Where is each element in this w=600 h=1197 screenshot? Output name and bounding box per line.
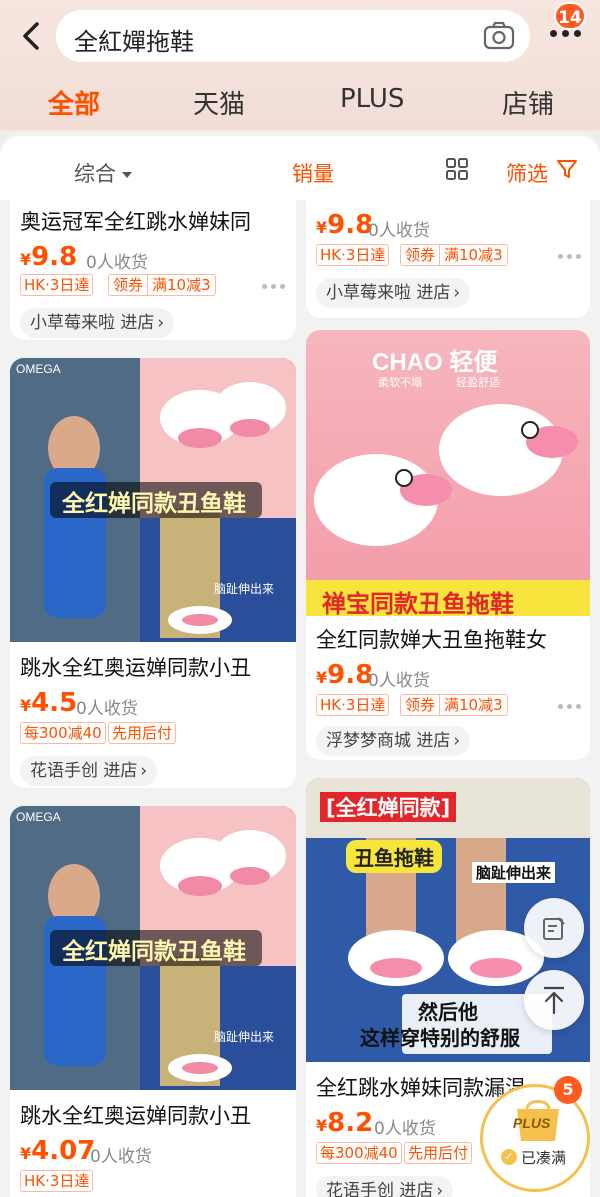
back-to-top-button[interactable] [524,970,584,1030]
top-bar: 全紅嬋拖鞋 14 [0,0,600,72]
filter-bar: 综合 销量 筛选 [0,136,600,200]
plus-status: 已凑满 [521,1149,567,1167]
image-sub2: 轻盈舒适 [456,376,500,389]
more-options-icon[interactable] [262,284,285,289]
edit-note-icon [543,917,565,940]
image-caption: 脑趾伸出来 [214,1030,275,1044]
image-bottom1: 然后他 [418,1000,478,1024]
plus-cart-count-badge: 5 [554,1076,582,1104]
coupon-tag: 领券 满10减3 [400,694,508,716]
image-top-label: [全红婵同款] [320,792,457,822]
product-title: 跳水全红奥运婵同款小丑 [20,656,251,680]
feedback-button[interactable] [524,898,584,958]
product-card[interactable]: ¥9.8 0人收货 HK·3日達 领券 满10减3 小草莓来啦 进店 › [306,200,590,318]
sort-dropdown[interactable]: 综合 [74,158,132,188]
product-price: ¥9.8 [316,210,374,240]
product-price: ¥4.07 [20,1136,96,1166]
coupon-tag: 领券 满10减3 [108,274,216,296]
sales-sort[interactable]: 销量 [292,158,334,188]
product-title: 奥运冠军全红跳水婵妹同 [20,210,251,234]
back-arrow-icon [23,22,39,50]
product-card[interactable]: CHAO 轻便 柔软不塌 轻盈舒适 禅宝同款丑鱼拖鞋 全红同款婵大丑鱼拖鞋女 ¥… [306,330,590,760]
filter-funnel-icon [557,160,577,178]
product-image: OMEGA 全红婵同款丑鱼鞋 脑趾伸出来 [10,806,296,1090]
sold-count: 0人收货 [76,699,138,719]
image-banner: 禅宝同款丑鱼拖鞋 [322,590,514,616]
image-headline: CHAO 轻便 [372,349,498,376]
sold-count: 0人收货 [374,1119,436,1139]
delivery-tag: HK·3日達 [316,694,390,716]
image-caption: 脑趾伸出来 [472,862,556,883]
tab-tmall[interactable]: 天猫 [193,84,245,121]
filter-button[interactable]: 筛选 [506,158,548,188]
check-icon: ✓ [501,1149,517,1165]
notification-badge: 14 [554,2,586,30]
camera-icon[interactable] [482,19,516,53]
product-price: ¥9.8 [316,660,374,690]
caret-down-icon [122,172,132,178]
sold-count: 0人收货 [368,671,430,691]
coupon-tag: 领券 满10减3 [400,244,508,266]
image-bottom2: 这样穿特别的舒服 [360,1026,520,1050]
product-card[interactable]: OMEGA 全红婵同款丑鱼鞋 脑趾伸出来 跳水全红奥运婵同款小丑 ¥4.07 0… [10,806,296,1197]
product-price: ¥4.5 [20,688,78,718]
back-to-top-icon [544,986,564,1015]
delivery-tag: HK·3日達 [20,274,94,296]
pay-later-tag: 先用后付 [404,1142,473,1164]
store-link[interactable]: 小草莓来啦 进店 › [316,278,471,308]
store-link[interactable]: 花语手创 进店 › [20,756,158,786]
tab-stores[interactable]: 店铺 [502,84,554,121]
image-label: 丑鱼拖鞋 [346,840,442,873]
sort-label: 综合 [74,162,116,186]
tab-all[interactable]: 全部 [48,84,100,121]
product-price: ¥9.8 [20,242,78,272]
more-options-icon[interactable] [558,254,581,259]
filter-label: 筛选 [506,162,548,186]
product-price: ¥8.2 [316,1108,374,1138]
image-overlay-text: 全红婵同款丑鱼鞋 [62,939,246,965]
promo-tag: 每300减40 [316,1142,402,1164]
more-options-icon[interactable] [558,704,581,709]
image-caption: 脑趾伸出来 [214,582,275,596]
brand-watermark: OMEGA [16,362,61,376]
product-card[interactable]: OMEGA 全红婵同款丑鱼鞋 脑趾伸出来 跳水全红奥运婵同款小丑 ¥4.5 0人… [10,358,296,788]
store-link[interactable]: 花语手创 进店 › [316,1176,454,1197]
image-sub1: 柔软不塌 [378,376,422,389]
store-link[interactable]: 小草莓来啦 进店 › [20,308,175,338]
category-tabs: 全部 天猫 PLUS 店铺 [0,74,600,130]
tab-plus[interactable]: PLUS [340,84,404,114]
sold-count: 0人收货 [368,221,430,241]
delivery-tag: HK·3日達 [20,1170,94,1192]
product-title: 全红同款婵大丑鱼拖鞋女 [316,628,547,652]
back-button[interactable] [14,18,48,54]
sold-count: 0人收货 [86,253,148,273]
plus-logo: PLUS [513,1115,551,1131]
store-link[interactable]: 浮梦梦商城 进店 › [316,726,471,756]
more-dots-icon [550,30,581,37]
sold-count: 0人收货 [90,1147,152,1167]
product-title: 跳水全红奥运婵同款小丑 [20,1104,251,1128]
product-image: CHAO 轻便 柔软不塌 轻盈舒适 禅宝同款丑鱼拖鞋 [306,330,590,616]
brand-watermark: OMEGA [16,810,61,824]
delivery-tag: HK·3日達 [316,244,390,266]
product-image: OMEGA 全红婵同款丑鱼鞋 脑趾伸出来 [10,358,296,642]
grid-view-icon[interactable] [446,158,468,180]
pay-later-tag: 先用后付 [108,722,177,744]
promo-tag: 每300减40 [20,722,106,744]
image-overlay-text: 全红婵同款丑鱼鞋 [62,491,246,517]
search-query: 全紅嬋拖鞋 [74,28,194,56]
product-card[interactable]: 奥运冠军全红跳水婵妹同 ¥9.8 0人收货 HK·3日達 领券 满10减3 小草莓… [10,200,296,340]
search-input[interactable]: 全紅嬋拖鞋 [56,10,530,62]
